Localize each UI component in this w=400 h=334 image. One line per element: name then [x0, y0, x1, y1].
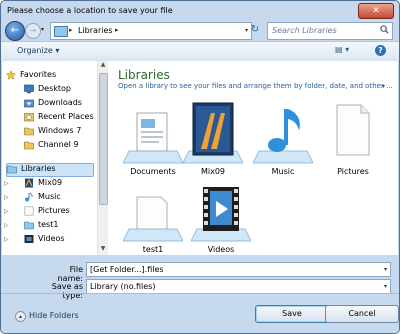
- pictures-icon: [24, 206, 34, 216]
- sidebar-favorites-label: Favorites: [20, 70, 57, 79]
- tile-label: Videos: [207, 245, 235, 254]
- breadcrumb-chevron-icon[interactable]: ▸: [115, 26, 119, 34]
- file-name-label: File name:: [57, 265, 83, 283]
- expand-arrow-icon[interactable]: ▷: [4, 194, 9, 201]
- pictures-library-icon: [336, 104, 370, 156]
- library-tile-mix09[interactable]: Mix09: [178, 101, 248, 185]
- command-bar: Organize ▾ ▤ ▾ ?: [1, 41, 399, 62]
- videos-icon: [24, 235, 34, 243]
- file-name-field[interactable]: [Get Folder...].files ▾: [86, 262, 391, 277]
- music-library-icon: [253, 109, 313, 164]
- footer-divider: [1, 293, 399, 294]
- downloads-icon: [24, 99, 34, 108]
- back-button[interactable]: ←: [5, 21, 25, 41]
- recent-places-icon: [24, 113, 34, 122]
- breadcrumb-chevron-icon[interactable]: ▸: [69, 26, 73, 34]
- save-type-label: Save as type:: [51, 282, 83, 300]
- tile-label: Music: [271, 167, 295, 176]
- breadcrumb-libraries[interactable]: Libraries: [78, 26, 113, 35]
- library-icon: [24, 221, 34, 230]
- videos-library-icon: [191, 187, 251, 242]
- library-tile-test1[interactable]: test1: [118, 179, 188, 255]
- library-view: Libraries Open a library to see your fil…: [108, 61, 398, 255]
- file-name-value: [Get Folder...].files: [90, 265, 164, 274]
- expand-arrow-icon[interactable]: ▷: [4, 222, 9, 229]
- expand-arrow-icon[interactable]: ▷: [4, 208, 9, 215]
- forward-button[interactable]: →: [25, 23, 41, 39]
- hide-folders-label: Hide Folders: [29, 311, 79, 320]
- navigation-scrollbar[interactable]: ▲ ▼: [97, 61, 108, 255]
- organize-button[interactable]: Organize ▾: [17, 46, 59, 55]
- title-bar: Please choose a location to save your fi…: [1, 1, 399, 21]
- tile-label: test1: [142, 245, 164, 254]
- help-icon[interactable]: ?: [375, 45, 386, 56]
- folder-icon: [24, 127, 34, 136]
- search-input[interactable]: Search Libraries: [267, 22, 393, 40]
- window-title: Please choose a location to save your fi…: [7, 6, 173, 15]
- documents-library-icon: [123, 112, 183, 164]
- library-title: Libraries: [118, 68, 170, 82]
- star-icon: [6, 70, 16, 80]
- search-icon[interactable]: [380, 25, 389, 37]
- file-name-dropdown-icon[interactable]: ▾: [384, 266, 387, 273]
- libraries-icon: [54, 26, 68, 37]
- scroll-down-icon[interactable]: ▼: [98, 245, 108, 255]
- mix-library-icon: [25, 178, 33, 188]
- cancel-button[interactable]: Cancel: [325, 305, 399, 323]
- recent-pages-dropdown[interactable]: ▾: [41, 26, 44, 33]
- save-dialog: Please choose a location to save your fi…: [0, 0, 400, 334]
- save-button[interactable]: Save: [255, 305, 329, 323]
- navigation-bar: ← → ▾ ▸ Libraries ▸ ▾ ↻ Search Libraries: [1, 21, 399, 41]
- save-type-dropdown-icon[interactable]: ▾: [384, 283, 387, 290]
- libraries-icon: [7, 165, 17, 174]
- desktop-icon: [24, 84, 34, 94]
- arrange-dropdown-icon[interactable]: ▾: [382, 83, 385, 90]
- tile-label: Mix09: [200, 167, 226, 176]
- navigation-pane: Favorites Desktop Downloads Recent Place…: [2, 61, 98, 255]
- folder-icon: [24, 141, 34, 150]
- generic-library-icon: [123, 196, 183, 242]
- change-view-button[interactable]: ▤ ▾: [335, 45, 353, 57]
- refresh-button[interactable]: ↻: [247, 23, 263, 37]
- library-subtitle: Open a library to see your files and arr…: [118, 82, 393, 90]
- sidebar-libraries-header[interactable]: Libraries: [6, 163, 94, 177]
- library-tile-videos[interactable]: Videos: [186, 179, 256, 255]
- save-type-value: Library (no.files): [90, 282, 156, 291]
- collapse-icon: ▴: [15, 311, 26, 322]
- address-bar[interactable]: ▸ Libraries ▸ ▾: [50, 22, 252, 40]
- expand-arrow-icon[interactable]: ▷: [4, 180, 9, 187]
- search-placeholder: Search Libraries: [272, 26, 337, 35]
- sidebar-libraries-label: Libraries: [21, 164, 56, 173]
- hide-folders-button[interactable]: ▴ Hide Folders: [15, 311, 79, 322]
- close-button[interactable]: ✕: [358, 3, 394, 19]
- save-type-select[interactable]: Library (no.files) ▾: [86, 279, 391, 294]
- expand-arrow-icon[interactable]: ▷: [4, 236, 9, 243]
- library-tile-music[interactable]: Music: [248, 101, 318, 185]
- tile-label: Pictures: [337, 167, 369, 176]
- music-icon: [25, 192, 33, 202]
- scroll-up-icon[interactable]: ▲: [98, 61, 108, 71]
- scroll-thumb[interactable]: [99, 73, 108, 205]
- library-tile-pictures[interactable]: Pictures: [318, 101, 388, 185]
- mix09-library-icon: [183, 102, 243, 164]
